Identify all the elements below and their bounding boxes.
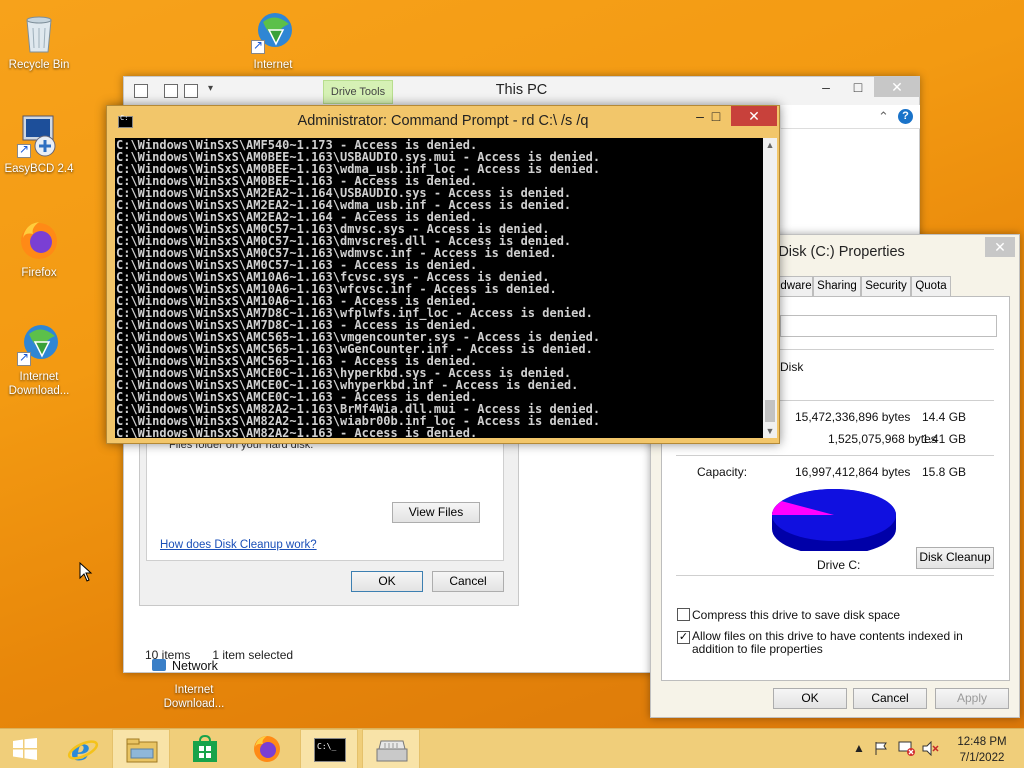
desktop-icon-label: EasyBCD 2.4 [4,163,74,175]
action-center-flag-icon[interactable] [874,741,888,756]
disk-usage-pie [772,489,896,551]
desktop-icon-label: Internet [253,59,293,71]
desktop-icon-label: Firefox [21,267,57,279]
volume-muted-icon[interactable] [922,741,940,756]
window-title: Administrator: Command Prompt - rd C:\ /… [297,113,589,129]
help-icon[interactable]: ? [898,109,913,124]
easybcd-icon [15,112,63,160]
dialog-title: al Disk (C:) Properties [763,244,905,260]
capacity-gb: 15.8 GB [922,465,967,479]
network-status-icon[interactable] [898,740,916,757]
store-icon [193,735,217,762]
scroll-thumb[interactable] [765,400,775,422]
clock-date: 7/1/2022 [959,752,1005,764]
console-text: C:\Windows\WinSxS\AMF540~1.173 - Access … [116,138,601,438]
taskbar: e C:\_ ▲ 12:48 PM 7/1/2022 [0,728,1024,768]
volume-label-input[interactable] [780,315,997,337]
system-clock[interactable]: 12:48 PM 7/1/2022 [950,734,1014,766]
desktop-icon-internet[interactable]: Internet [234,8,312,72]
capacity-label: Capacity: [697,465,748,479]
status-bar: 10 items 1 item selected [145,648,293,662]
ribbon-collapse-icon[interactable]: ⌃ [878,109,889,125]
free-bytes: 1,525,075,968 bytes [828,432,937,446]
window-title: This PC [495,82,548,98]
show-hidden-icons-icon[interactable]: ▲ [853,741,865,755]
internet-download-manager-icon [249,8,297,56]
status-selected-count: 1 item selected [212,648,294,662]
ribbon-right-area: ⌃ ? [781,105,920,129]
ok-button[interactable]: OK [773,688,847,709]
compress-label: Compress this drive to save disk space [692,608,901,622]
minimize-icon[interactable]: – [812,77,840,97]
cancel-button[interactable]: Cancel [853,688,927,709]
maximize-icon[interactable]: □ [844,77,872,97]
taskbar-firefox[interactable] [238,729,296,768]
desktop-icon-easybcd[interactable]: EasyBCD 2.4 [0,112,78,176]
windows-logo-icon [13,738,37,760]
cmd-icon: C:\_ [314,738,346,762]
explorer-titlebar[interactable]: ▾ Drive Tools This PC – □ ✕ [124,77,920,105]
desktop-icon-recycle-bin[interactable]: Recycle Bin [0,8,78,72]
maximize-icon[interactable]: □ [703,106,729,126]
desktop-icon-label: Internet Download... [163,684,225,710]
scroll-down-icon[interactable]: ▼ [763,424,777,438]
tab-quota[interactable]: Quota [911,276,951,296]
scroll-up-icon[interactable]: ▲ [763,138,777,152]
capacity-bytes: 16,997,412,864 bytes [795,465,911,479]
disk-cleanup-icon [376,740,408,762]
file-explorer-icon [126,738,158,763]
status-item-count: 10 items [145,648,191,662]
disk-cleanup-button[interactable]: Disk Cleanup [916,547,994,569]
taskbar-internet-explorer[interactable]: e [54,729,112,768]
ok-button[interactable]: OK [351,571,423,592]
desktop-icon-firefox[interactable]: Firefox [0,216,78,280]
console-output[interactable]: C:\Windows\WinSxS\AMF540~1.173 - Access … [115,138,763,438]
desktop-icon-internet-download-2[interactable]: Internet Download... [155,683,233,711]
firefox-icon [254,736,280,762]
free-gb: 1.41 GB [922,432,967,446]
firefox-icon [15,216,63,264]
clock-time: 12:48 PM [957,736,1007,748]
recycle-bin-icon [15,8,63,56]
desktop-icon-label: Recycle Bin [8,59,70,71]
used-gb: 14.4 GB [922,410,967,424]
desktop-icon-label: Internet Download... [8,371,70,397]
drive-label: Drive C: [817,558,861,572]
mouse-cursor-icon [79,562,93,582]
cancel-button[interactable]: Cancel [432,571,504,592]
how-disk-cleanup-works-link[interactable]: How does Disk Cleanup work? [160,539,317,551]
taskbar-file-explorer[interactable] [112,729,170,768]
view-files-button[interactable]: View Files [392,502,480,523]
used-bytes: 15,472,336,896 bytes [795,410,911,424]
internet-download-manager-icon [15,320,63,368]
start-button[interactable] [0,729,50,768]
command-prompt-window[interactable]: Administrator: Command Prompt - rd C:\ /… [106,105,780,444]
tab-sharing[interactable]: Sharing [813,276,861,296]
desktop-icon-internet-download[interactable]: Internet Download... [0,320,78,398]
taskbar-command-prompt[interactable]: C:\_ [300,729,358,768]
taskbar-store[interactable] [176,729,234,768]
compress-checkbox[interactable] [677,608,690,621]
scrollbar[interactable]: ▲ ▼ [763,138,777,438]
svg-text:C:\_: C:\_ [317,742,336,751]
tab-hardware[interactable]: dware [779,276,813,296]
internet-explorer-icon: e [67,734,99,764]
close-icon[interactable]: ✕ [985,237,1015,257]
index-label: Allow files on this drive to have conten… [692,629,963,656]
close-icon[interactable]: ✕ [731,106,777,126]
apply-button[interactable]: Apply [935,688,1009,709]
tab-security[interactable]: Security [861,276,911,296]
taskbar-disk-cleanup[interactable] [362,729,420,768]
index-checkbox[interactable]: ✓ [677,631,690,644]
close-icon[interactable]: ✕ [874,77,920,97]
file-system-type: Disk [780,360,804,374]
